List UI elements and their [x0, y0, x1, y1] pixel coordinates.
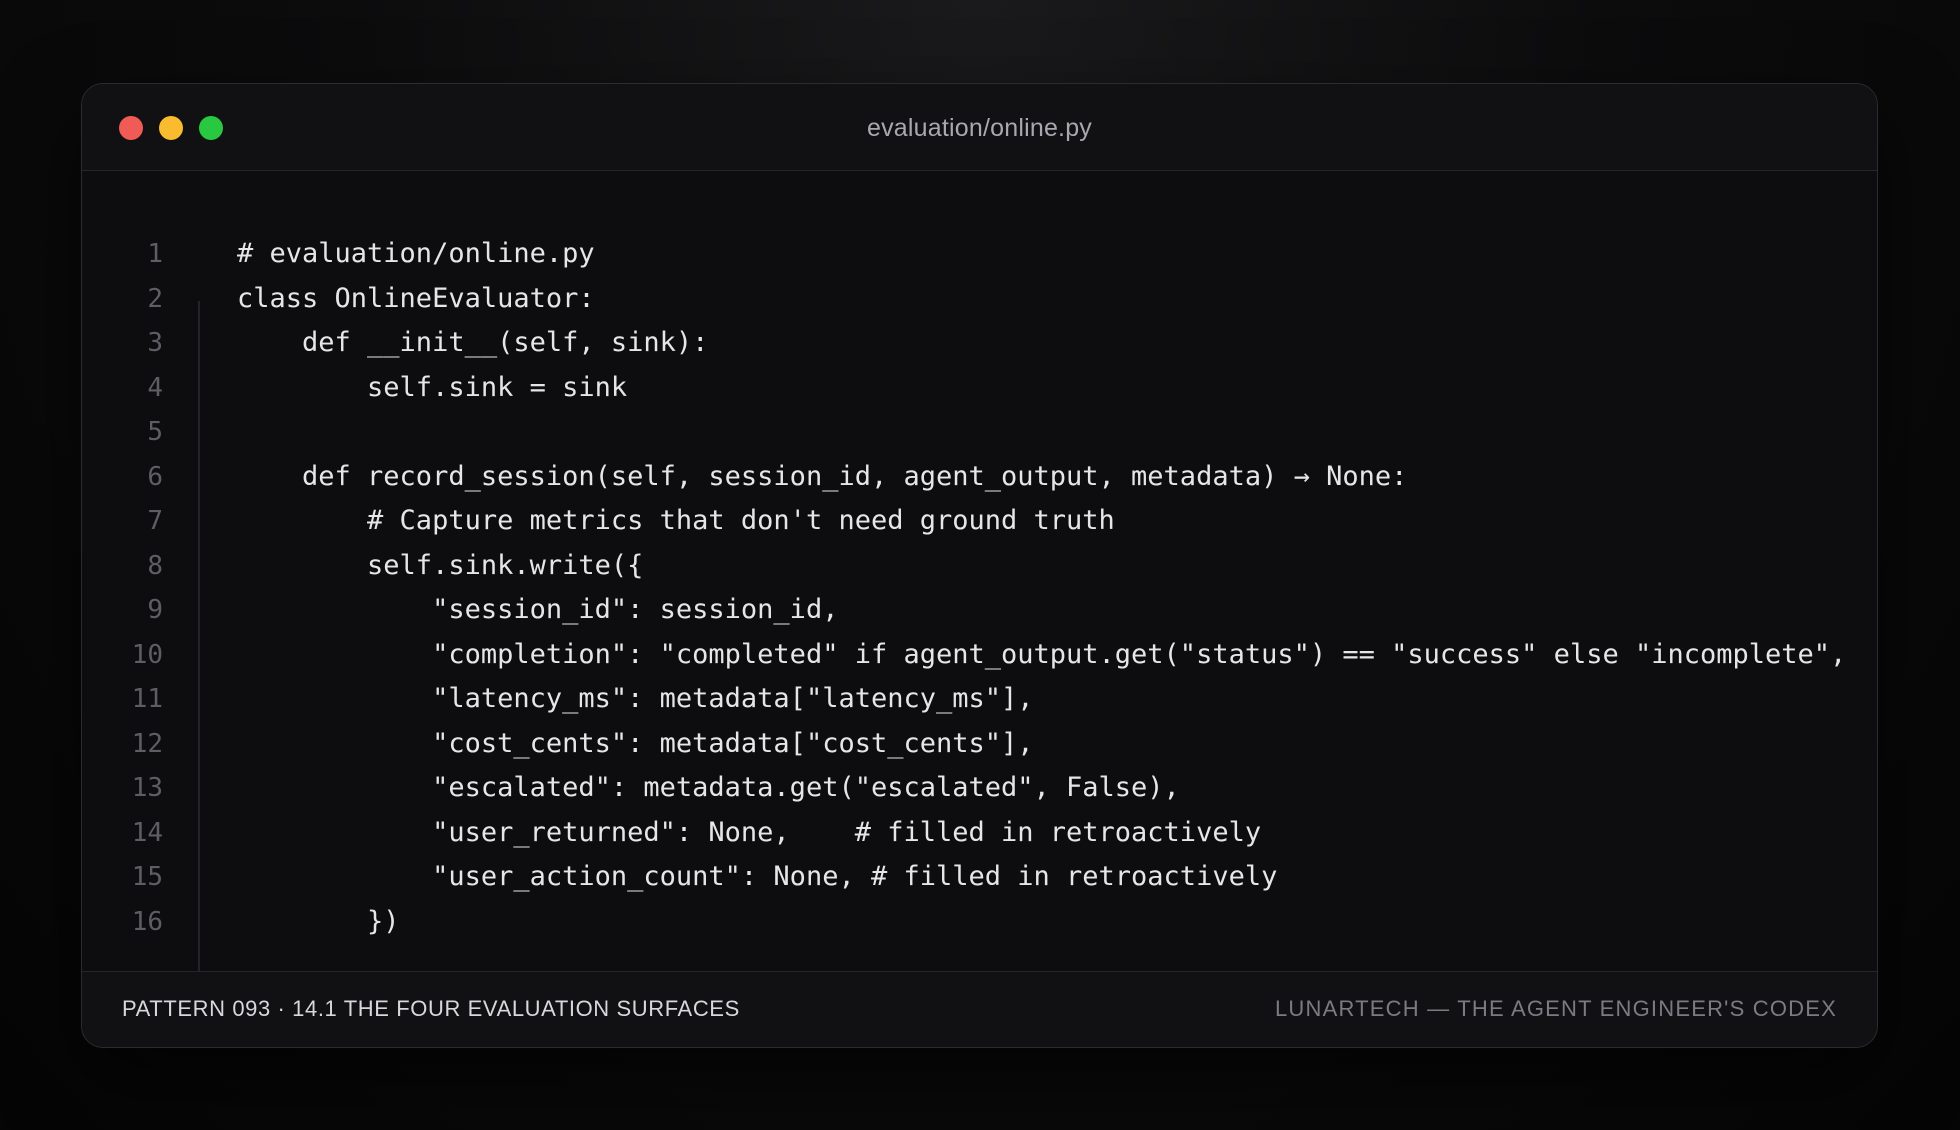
line-number: 3 [147, 328, 163, 358]
line-number: 13 [131, 773, 163, 803]
code-line-text: # Capture metrics that don't need ground… [237, 505, 1115, 536]
code-line-text: class OnlineEvaluator: [237, 282, 595, 314]
code-line-text: "session_id": session_id, [237, 594, 839, 625]
line-number: 4 [147, 372, 163, 403]
code-line-text: self.sink.write({ [237, 549, 644, 581]
line-number: 10 [131, 639, 163, 670]
code-line-text: "escalated": metadata.get("escalated", F… [237, 772, 1180, 803]
line-number: 15 [131, 862, 163, 892]
line-number: 8 [147, 550, 163, 581]
code-line-text: "cost_cents": metadata["cost_cents"], [237, 727, 1034, 759]
line-number: 11 [131, 684, 163, 714]
line-number: 2 [147, 283, 163, 314]
gutter-divider [198, 301, 200, 1013]
code-line-text: self.sink = sink [237, 371, 628, 403]
code-line-text: def record_session(self, session_id, age… [237, 460, 1408, 492]
line-number: 14 [131, 817, 163, 848]
code-editor: 1 # evaluation/online.py 2 class OnlineEval… [82, 171, 1877, 1013]
window-titlebar: evaluation/online.py [82, 84, 1877, 171]
line-number: 5 [147, 417, 163, 447]
code-window: evaluation/online.py 1 # evaluation/onlin… [81, 83, 1878, 1048]
code-line-text: "completion": "completed" if agent_outpu… [237, 638, 1847, 670]
code-line-text: # evaluation/online.py [237, 238, 595, 269]
code-line-text: "latency_ms": metadata["latency_ms"], [237, 683, 1034, 714]
code-line-text: "user_action_count": None, # filled in r… [237, 861, 1278, 892]
publisher-caption: LUNARTECH — THE AGENT ENGINEER'S CODEX [1274, 996, 1837, 1021]
line-number: 7 [147, 506, 163, 536]
line-number: 12 [131, 728, 163, 759]
window-title: evaluation/online.py [867, 114, 1092, 142]
line-number: 9 [147, 595, 163, 625]
line-number: 6 [147, 461, 163, 492]
line-number: 1 [147, 239, 163, 269]
pattern-caption: PATTERN 093 · 14.1 THE FOUR EVALUATION S… [122, 996, 740, 1021]
code-line-text: def __init__(self, sink): [237, 327, 709, 358]
window-footer: PATTERN 093 · 14.1 THE FOUR EVALUATION S… [82, 971, 1877, 1047]
code-line-text: "user_returned": None, # filled in retro… [237, 816, 1262, 848]
line-number: 16 [131, 906, 163, 937]
code-line-text: }) [237, 905, 400, 937]
